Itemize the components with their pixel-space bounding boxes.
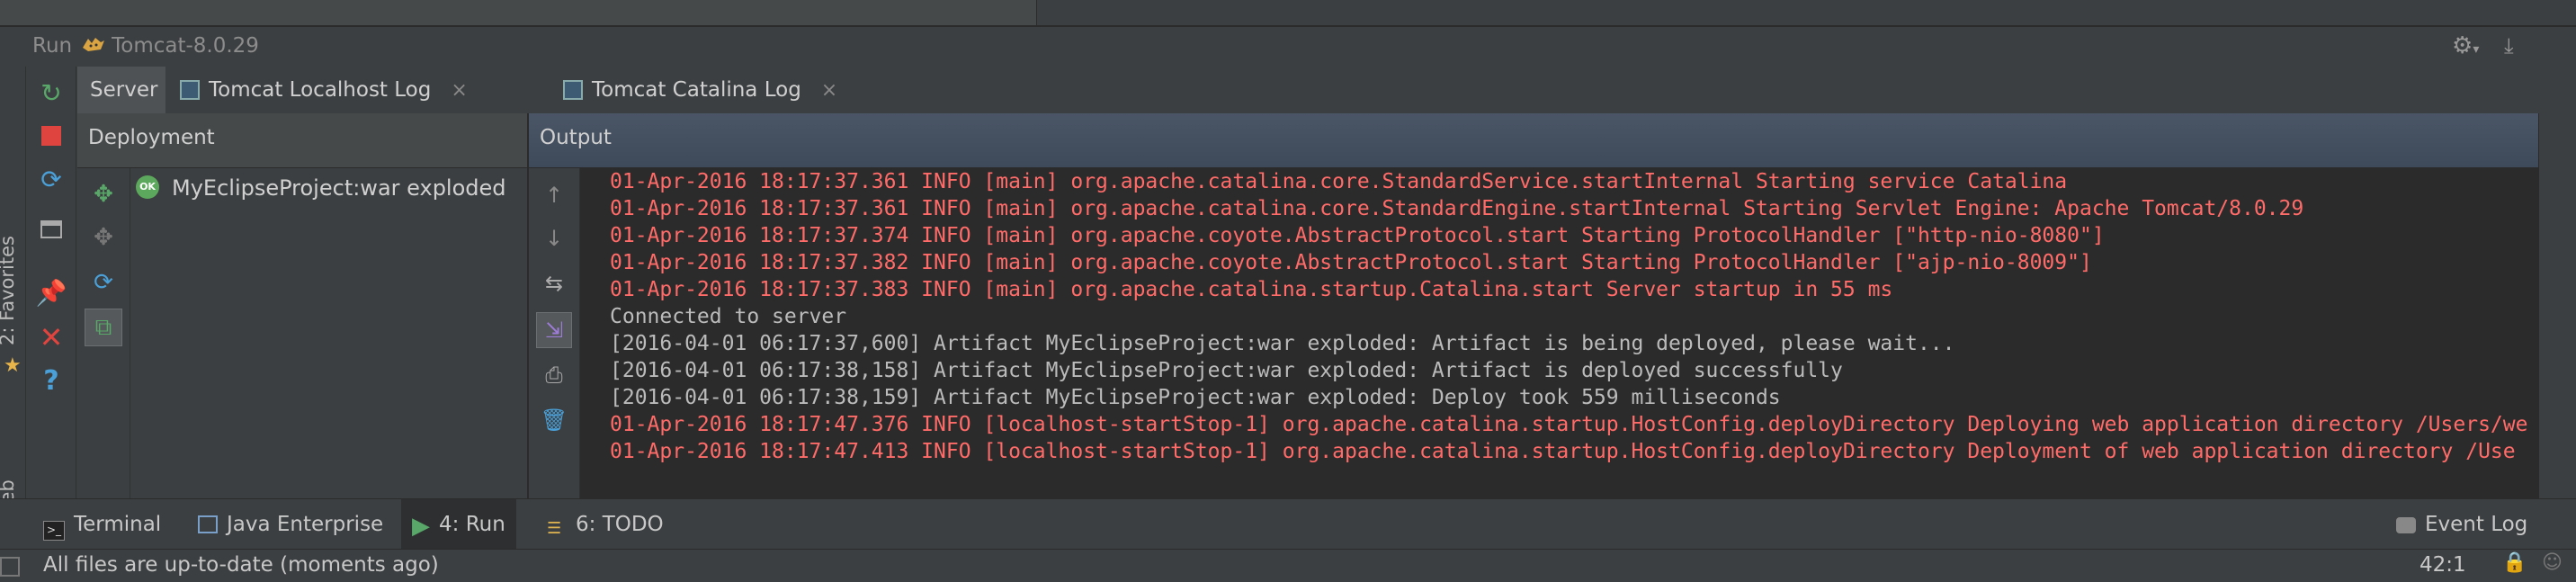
scroll-to-end-icon[interactable]: ⇲ — [536, 312, 572, 348]
speech-bubble-icon — [2396, 517, 2416, 533]
tool-window-bar: >_ Terminal Java Enterprise ▶ 4: Run ☰ 6: T… — [0, 498, 2576, 550]
status-message: All files are up-to-date (moments ago) — [43, 553, 439, 577]
close-tab-icon[interactable]: × — [451, 79, 467, 102]
todo-icon: ☰ — [547, 519, 562, 538]
top-editor-strip — [0, 0, 2576, 25]
output-title: Output — [540, 126, 612, 149]
update-icon[interactable]: ⟳ — [34, 162, 68, 196]
console-line: 01-Apr-2016 18:17:37.382 INFO [main] org… — [610, 251, 2092, 274]
arrow-up-icon[interactable]: ↑ — [536, 177, 572, 213]
gear-icon[interactable]: ⚙▾ — [2452, 32, 2488, 59]
deployment-toolbar: ✥ ✥ ⟳ ⧉ — [77, 168, 130, 498]
tool-windows-toggle-icon[interactable] — [0, 557, 20, 577]
scrollbar[interactable] — [2538, 113, 2576, 498]
console-lines: 01-Apr-2016 18:17:37.361 INFO [main] org… — [610, 168, 2527, 465]
status-bar: All files are up-to-date (moments ago) 4… — [0, 549, 2576, 582]
console-line: 01-Apr-2016 18:17:37.361 INFO [main] org… — [610, 170, 2068, 193]
deployment-list: OK MyEclipseProject:war exploded — [130, 168, 529, 498]
inspector-icon[interactable]: ☺ — [2542, 551, 2563, 574]
console-line: 01-Apr-2016 18:17:37.383 INFO [main] org… — [610, 278, 1893, 301]
run-icon: ▶ — [412, 513, 430, 540]
refresh-icon[interactable]: ⟳ — [85, 264, 122, 301]
console-line: 01-Apr-2016 18:17:47.413 INFO [localhost… — [610, 440, 2516, 463]
list-item[interactable]: MyEclipseProject:war exploded — [172, 175, 506, 201]
console-line: 01-Apr-2016 18:17:37.361 INFO [main] org… — [610, 197, 2304, 220]
arrow-down-icon[interactable]: ↓ — [536, 220, 572, 256]
help-icon[interactable]: ? — [34, 363, 68, 398]
console-line: Connected to server — [610, 305, 847, 328]
console-line: 01-Apr-2016 18:17:47.376 INFO [localhost… — [610, 413, 2528, 436]
left-tool-strip: 2: Favorites ★ Web — [0, 67, 26, 521]
tool-window-label: Event Log — [2425, 513, 2528, 536]
settings-icon[interactable]: ⧉ — [85, 309, 122, 346]
terminal-icon: >_ — [43, 521, 65, 541]
pin-icon[interactable]: 📌 — [34, 275, 68, 309]
tool-window-todo[interactable]: ☰ 6: TODO — [536, 499, 675, 550]
console-line: [2016-04-01 06:17:37,600] Artifact MyEcl… — [610, 332, 1955, 355]
java-enterprise-icon — [198, 515, 218, 533]
output-header: Output — [529, 113, 2538, 168]
tool-window-label: 4: Run — [439, 513, 505, 536]
ok-status-icon: OK — [136, 175, 159, 199]
tab-label: Server — [90, 78, 158, 102]
tool-window-run[interactable]: ▶ 4: Run — [401, 499, 516, 550]
favorites-tab[interactable]: 2: Favorites — [0, 236, 18, 345]
editor-area-edge-right — [1037, 0, 2576, 25]
log-icon — [563, 80, 583, 100]
tab-label: Tomcat Localhost Log — [209, 78, 432, 102]
print-icon[interactable]: ⎙ — [536, 357, 572, 393]
tab-label: Tomcat Catalina Log — [592, 78, 801, 102]
soft-wrap-icon[interactable]: ⇆ — [536, 265, 572, 301]
console-line: [2016-04-01 06:17:38,159] Artifact MyEcl… — [610, 386, 1781, 409]
run-config-name: Tomcat-8.0.29 — [112, 34, 259, 58]
deployment-title: Deployment — [88, 126, 215, 149]
lock-icon[interactable]: 🔒 — [2502, 551, 2527, 574]
console-output[interactable]: 01-Apr-2016 18:17:37.361 INFO [main] org… — [580, 168, 2538, 498]
close-tab-icon[interactable]: × — [821, 79, 837, 102]
run-title-bar — [0, 27, 2576, 67]
tool-window-event-log[interactable]: Event Log — [2385, 499, 2538, 550]
caret-position[interactable]: 42:1 — [2419, 553, 2466, 577]
run-tabs: Server Tomcat Localhost Log × Tomcat Cata… — [77, 67, 2576, 114]
tool-window-label: 6: TODO — [576, 513, 664, 536]
stop-icon[interactable] — [34, 119, 68, 153]
editor-area-edge — [0, 0, 1037, 25]
run-label: Run — [32, 34, 73, 58]
trash-icon[interactable]: 🗑 — [536, 402, 572, 438]
deployment-header: Deployment — [77, 113, 529, 168]
tool-window-label: Java Enterprise — [227, 513, 384, 536]
tab-server[interactable]: Server — [77, 67, 165, 113]
tool-window-label: Terminal — [74, 513, 162, 536]
tomcat-icon — [81, 35, 106, 55]
deploy-icon[interactable]: ✥ — [85, 175, 122, 213]
tool-window-java-enterprise[interactable]: Java Enterprise — [187, 499, 394, 550]
rerun-icon[interactable]: ↻ — [34, 76, 68, 110]
run-window-title: Run Tomcat-8.0.29 — [32, 32, 259, 59]
close-icon[interactable]: ✕ — [34, 320, 68, 354]
log-icon — [180, 80, 200, 100]
tab-tomcat-catalina-log[interactable]: Tomcat Catalina Log × — [550, 67, 838, 113]
tool-window-terminal[interactable]: >_ Terminal — [32, 499, 172, 550]
console-line: 01-Apr-2016 18:17:37.374 INFO [main] org… — [610, 224, 2105, 247]
hide-panel-icon[interactable]: ⤓ — [2504, 32, 2531, 59]
output-toolbar: ↑ ↓ ⇆ ⇲ ⎙ 🗑 — [529, 168, 580, 498]
tab-tomcat-localhost-log[interactable]: Tomcat Localhost Log × — [167, 67, 549, 113]
star-icon: ★ — [4, 354, 22, 377]
undeploy-icon[interactable]: ✥ — [85, 219, 122, 256]
console-line: [2016-04-01 06:17:38,158] Artifact MyEcl… — [610, 359, 1843, 382]
run-toolbar: ↻ ⟳ 📌 ✕ ? — [27, 67, 76, 498]
layout-icon[interactable] — [34, 212, 68, 246]
